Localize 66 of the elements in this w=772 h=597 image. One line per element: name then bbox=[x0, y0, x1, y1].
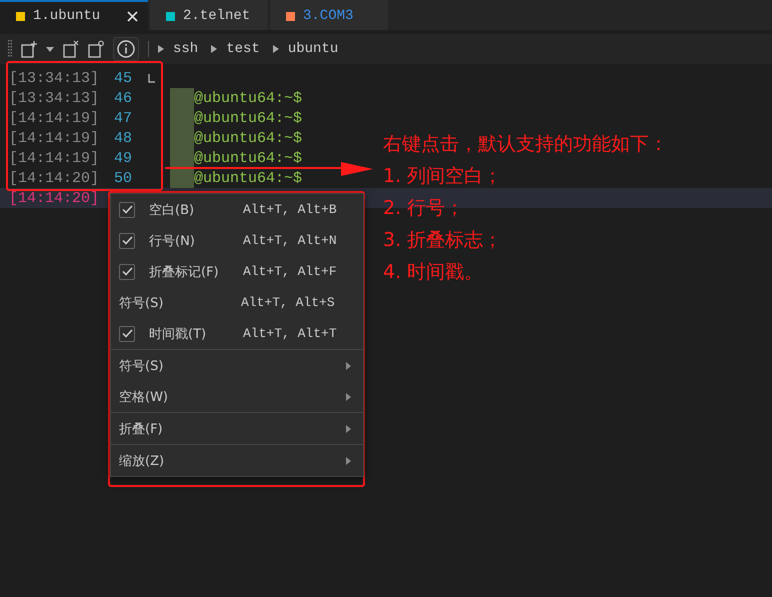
timestamp: [13:34:13] bbox=[8, 90, 100, 106]
menu-item[interactable]: 行号(N) Alt+T, Alt+N bbox=[111, 225, 363, 256]
close-icon[interactable] bbox=[127, 10, 138, 22]
submenu-arrow-icon bbox=[346, 424, 351, 432]
grip-icon bbox=[8, 40, 12, 58]
new-tab-icon[interactable] bbox=[21, 40, 37, 58]
annotation-text: 1. 列间空白； bbox=[383, 164, 504, 189]
redacted-username bbox=[170, 88, 194, 108]
line-number: 50 bbox=[114, 170, 132, 186]
checkmark-icon bbox=[122, 267, 132, 276]
shell-prompt: @ubuntu64:~$ bbox=[194, 110, 302, 126]
checkbox[interactable] bbox=[119, 202, 135, 218]
breadcrumb-item[interactable]: ubuntu bbox=[288, 41, 338, 57]
shell-prompt: @ubuntu64:~$ bbox=[194, 130, 302, 146]
tab[interactable]: 2.telnet bbox=[150, 0, 268, 30]
tab-label: 1.ubuntu bbox=[33, 8, 102, 24]
shell-prompt: @ubuntu64:~$ bbox=[194, 90, 302, 106]
timestamp: [13:34:13] bbox=[8, 70, 100, 86]
redacted-username bbox=[170, 148, 194, 168]
line-number: 49 bbox=[114, 150, 132, 166]
tab-label: 2.telnet bbox=[183, 8, 252, 24]
line-number: 46 bbox=[114, 90, 132, 106]
breadcrumb-arrow-icon bbox=[211, 45, 218, 53]
checkmark-icon bbox=[122, 329, 132, 338]
shell-prompt: @ubuntu64:~$ bbox=[194, 170, 302, 186]
breadcrumb-item[interactable]: ssh bbox=[173, 41, 198, 57]
breadcrumb-arrow-icon bbox=[272, 45, 279, 53]
menu-item[interactable]: 时间戳(T) Alt+T, Alt+T bbox=[111, 318, 363, 349]
checkmark-icon bbox=[122, 236, 132, 245]
breadcrumb-item[interactable]: test bbox=[226, 41, 260, 57]
shell-prompt: @ubuntu64:~$ bbox=[194, 150, 302, 166]
timestamp: [14:14:19] bbox=[8, 130, 100, 146]
breadcrumb-arrow-icon bbox=[158, 45, 164, 53]
line-number: 47 bbox=[114, 110, 132, 126]
checkmark-icon bbox=[122, 205, 132, 214]
tab[interactable]: 3.COM3 bbox=[270, 0, 388, 30]
caret-icon[interactable] bbox=[46, 46, 54, 52]
info-button[interactable] bbox=[113, 37, 139, 61]
checkbox[interactable] bbox=[119, 326, 135, 342]
menu-item[interactable]: 折叠标记(F) Alt+T, Alt+F bbox=[111, 256, 363, 287]
window-icon[interactable] bbox=[88, 40, 104, 58]
annotation-text: 3. 折叠标志； bbox=[383, 228, 504, 253]
tab[interactable]: 1.ubuntu bbox=[0, 0, 148, 30]
timestamp: [14:14:20] bbox=[8, 190, 100, 206]
menu-item[interactable]: 空白(B) Alt+T, Alt+B bbox=[111, 194, 363, 225]
menu-item[interactable]: 符号(S) Alt+T, Alt+S bbox=[111, 287, 363, 318]
submenu-item[interactable]: 折叠(F) bbox=[111, 413, 363, 444]
line-number: 48 bbox=[114, 130, 132, 146]
checkbox[interactable] bbox=[119, 264, 135, 280]
tab-label: 3.COM3 bbox=[303, 8, 354, 24]
timestamp: [14:14:20] bbox=[8, 170, 100, 186]
annotation-text: 4. 时间戳。 bbox=[383, 260, 484, 285]
timestamp: [14:14:19] bbox=[8, 150, 100, 166]
close-tab-icon[interactable] bbox=[63, 40, 79, 58]
annotation-text: 右键点击，默认支持的功能如下： bbox=[383, 132, 668, 157]
timestamp: [14:14:19] bbox=[8, 110, 100, 126]
checkbox[interactable] bbox=[119, 232, 135, 248]
submenu-item[interactable]: 空格(W) bbox=[111, 381, 363, 412]
redacted-username bbox=[170, 168, 194, 188]
line-number: 45 bbox=[114, 70, 132, 86]
submenu-item[interactable]: 缩放(Z) bbox=[111, 445, 363, 476]
submenu-arrow-icon bbox=[346, 456, 351, 464]
submenu-arrow-icon bbox=[346, 392, 351, 400]
annotation-text: 2. 行号； bbox=[383, 196, 466, 221]
submenu-item[interactable]: 符号(S) bbox=[111, 350, 363, 381]
submenu-arrow-icon bbox=[346, 362, 351, 370]
